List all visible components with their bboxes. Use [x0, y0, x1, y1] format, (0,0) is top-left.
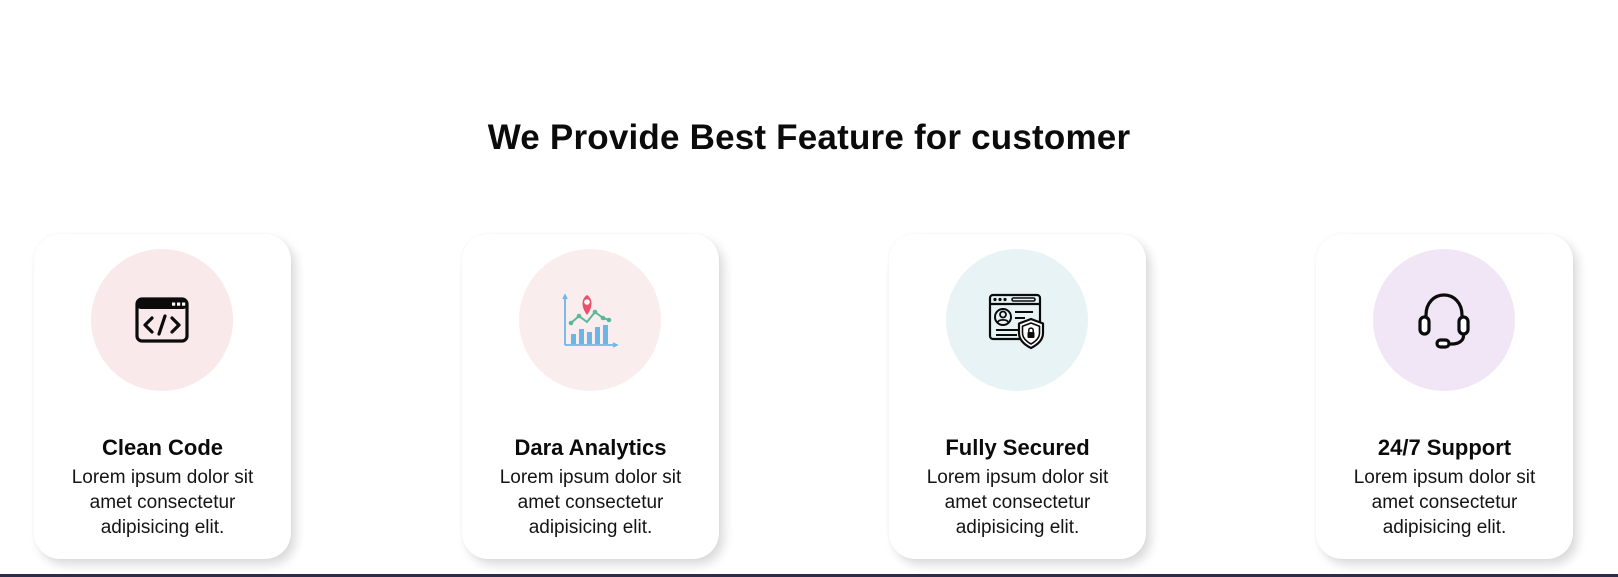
icon-circle-dara-analytics — [519, 249, 661, 391]
icon-circle-support — [1373, 249, 1515, 391]
headset-icon — [1414, 290, 1474, 350]
features-section: We Provide Best Feature for customer Cle… — [0, 0, 1618, 577]
feature-card-clean-code: Clean Code Lorem ipsum dolor sit amet co… — [34, 234, 291, 559]
secure-profile-shield-icon — [987, 290, 1047, 350]
feature-description: Lorem ipsum dolor sit amet consectetur a… — [1353, 467, 1536, 538]
feature-card-fully-secured: Fully Secured Lorem ipsum dolor sit amet… — [889, 234, 1146, 559]
analytics-chart-icon — [560, 290, 620, 350]
feature-description: Lorem ipsum dolor sit amet consectetur a… — [499, 467, 682, 538]
feature-title: Fully Secured — [945, 435, 1090, 460]
feature-title: 24/7 Support — [1377, 435, 1512, 460]
feature-card-dara-analytics: Dara Analytics Lorem ipsum dolor sit ame… — [462, 234, 719, 559]
icon-circle-clean-code — [91, 249, 233, 391]
section-heading: We Provide Best Feature for customer — [487, 118, 1131, 157]
icon-circle-fully-secured — [946, 249, 1088, 391]
feature-card-support: 24/7 Support Lorem ipsum dolor sit amet … — [1316, 234, 1573, 559]
feature-description: Lorem ipsum dolor sit amet consectetur a… — [926, 467, 1109, 538]
code-window-icon — [132, 290, 192, 350]
feature-description: Lorem ipsum dolor sit amet consectetur a… — [71, 467, 254, 538]
feature-title: Dara Analytics — [514, 435, 667, 460]
feature-title: Clean Code — [101, 435, 224, 460]
